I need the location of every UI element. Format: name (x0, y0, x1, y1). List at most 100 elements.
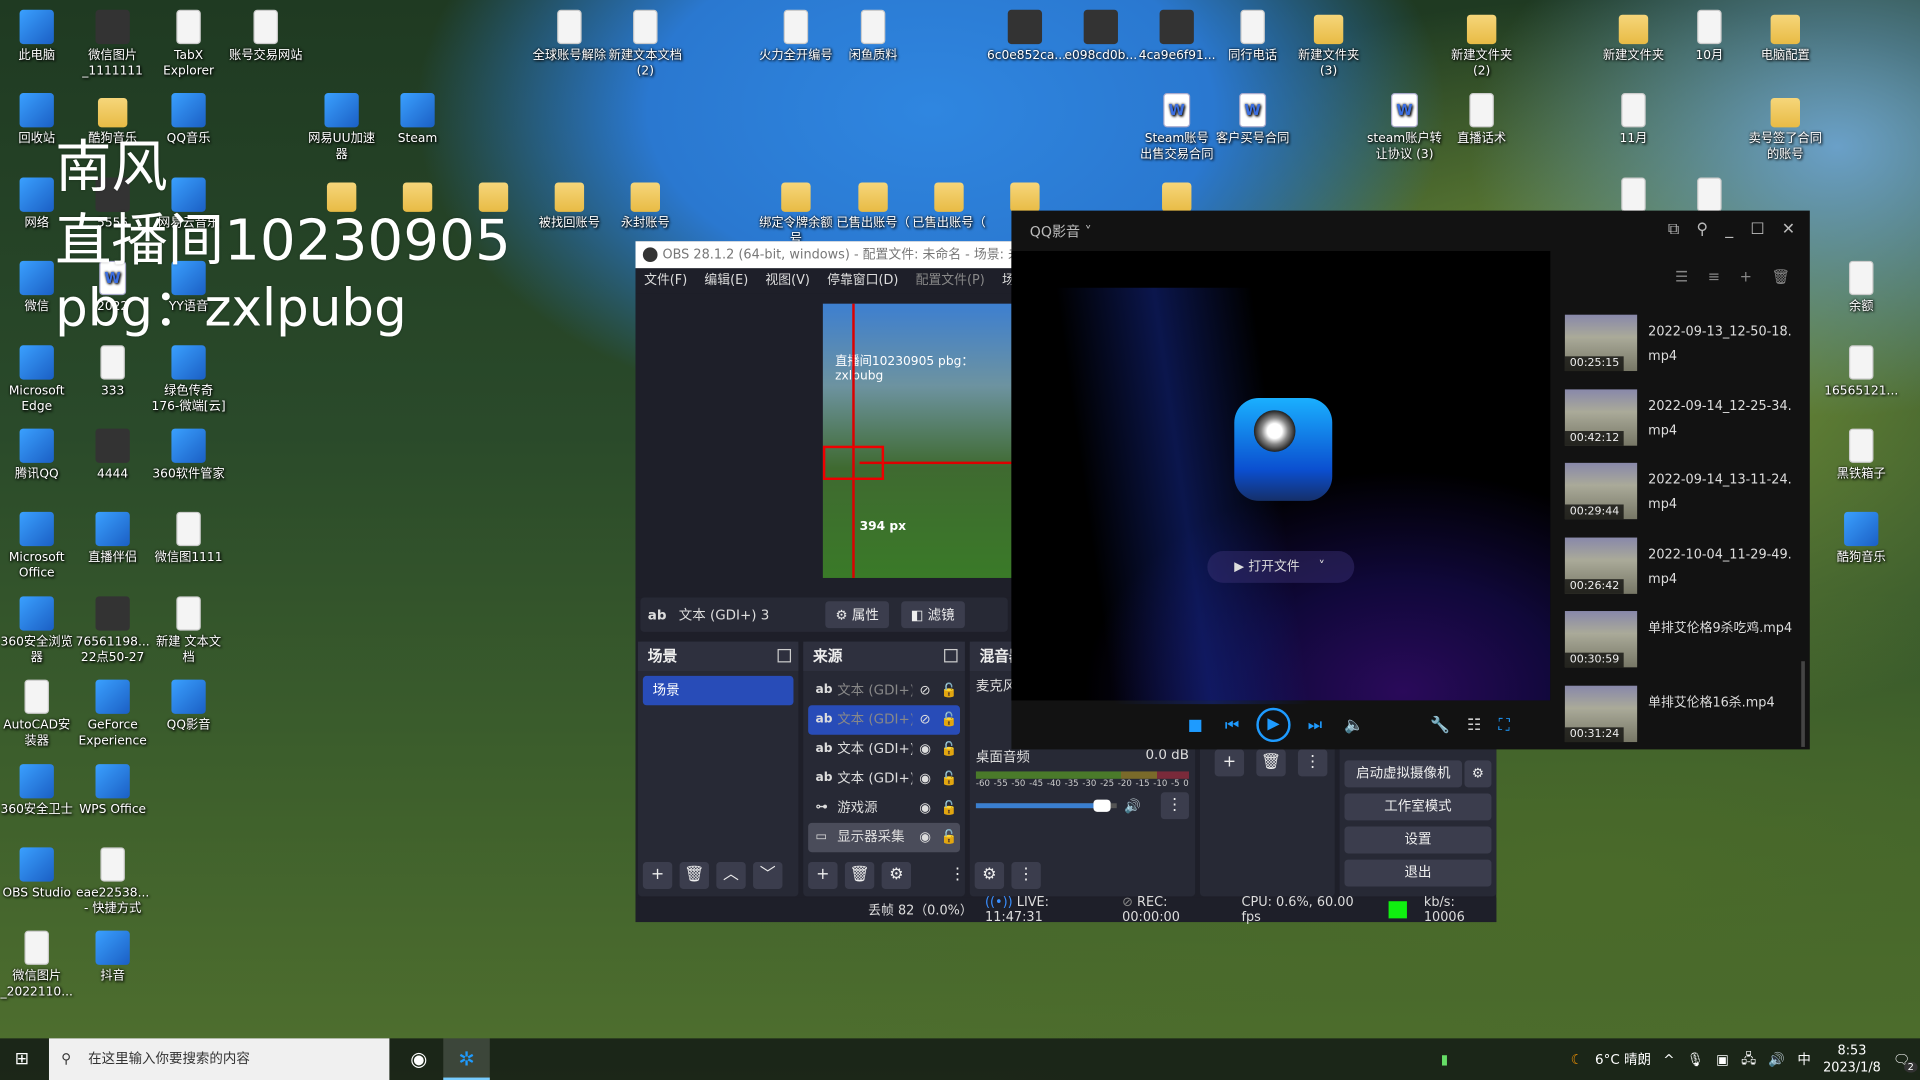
playlist-mode-icon[interactable]: ≡ (1708, 268, 1720, 300)
remove-source-button[interactable]: 🗑 (844, 862, 875, 889)
source-item[interactable]: ⊶ 游戏源 ◉ 🔓 (808, 793, 960, 822)
transition-menu-button[interactable]: ⋮ (1297, 749, 1328, 777)
mini-mode-icon[interactable]: ⧉ (1668, 220, 1679, 238)
volume-slider[interactable] (975, 799, 1117, 812)
desktop-icon[interactable]: 闲鱼质料 (835, 9, 911, 64)
tray-chevron-icon[interactable]: ^ (1663, 1051, 1674, 1067)
desktop-icon[interactable]: QQ影音 (151, 679, 227, 734)
undock-icon[interactable] (777, 648, 792, 663)
previous-icon[interactable]: ⏮ (1225, 716, 1239, 734)
desktop-icon[interactable]: Steam (380, 93, 456, 147)
volume-tray-icon[interactable]: 🔊 (1768, 1051, 1785, 1067)
desktop-icon[interactable]: 11月 (1596, 93, 1672, 147)
virtual-camera-button[interactable]: 启动虚拟摄像机 (1344, 760, 1463, 788)
desktop-icon[interactable]: AutoCAD安装器 (0, 679, 75, 750)
desktop-icon[interactable]: 6c0e852ca... (987, 9, 1066, 64)
playlist-item[interactable]: 00:26:42 2022-10-04_11-29-49.mp4 (1564, 536, 1798, 594)
speaker-icon[interactable]: 🔊 (1124, 798, 1141, 814)
volume-icon[interactable]: 🔈 (1344, 716, 1364, 734)
desktop-icon[interactable]: 10月 (1671, 9, 1747, 64)
source-item[interactable]: ab 文本 (GDI+) ⊘ 🔓 (808, 676, 960, 705)
eye-icon[interactable]: ◉ (912, 823, 938, 852)
desktop-icon[interactable]: TabX Explorer (151, 9, 227, 80)
desktop-icon[interactable]: 卖号签了合同的账号 (1747, 93, 1823, 163)
desktop-icon[interactable]: 新建文件夹 (3) (1291, 10, 1367, 80)
desktop-icon[interactable]: 76561198... 22点50-27 (75, 596, 151, 666)
close-icon[interactable]: ✕ (1782, 220, 1795, 238)
menu-view[interactable]: 视图(V) (765, 268, 810, 294)
desktop-icon[interactable]: Wsteam账户转让协议 (3) (1367, 93, 1443, 163)
windows-start-icon[interactable]: ⊞ (15, 1051, 32, 1068)
network-icon[interactable]: 🖧 (1741, 1048, 1756, 1071)
desktop-icon[interactable]: 直播话术 (1444, 93, 1520, 147)
desktop-icon[interactable]: Microsoft Edge (0, 345, 75, 415)
source-item[interactable]: ab 文本 (GDI+) ◉ 🔓 (808, 735, 960, 764)
desktop-icon[interactable]: 已售出账号（ (835, 178, 911, 232)
qqplayer-menu[interactable]: QQ影音 ˅ (1030, 222, 1092, 242)
source-item[interactable]: ▭ 显示器采集 ◉ 🔓 (808, 822, 961, 853)
pin-icon[interactable]: ⚲ (1696, 220, 1708, 238)
selection-box[interactable] (822, 445, 885, 481)
maximize-icon[interactable]: ☐ (1750, 220, 1764, 238)
undock-icon[interactable] (944, 648, 958, 663)
desktop-icon[interactable]: 360安全卫士 (0, 764, 75, 818)
desktop-icon[interactable]: 新建文件夹 (2) (1444, 10, 1520, 80)
weather[interactable]: 6°C 晴朗 (1595, 1049, 1651, 1069)
more-icon[interactable]: ⋮ (943, 862, 972, 889)
desktop-icon[interactable]: 已售出账号（ (911, 178, 987, 232)
chevron-down-icon[interactable]: ˅ (1318, 560, 1324, 575)
playlist-item[interactable]: 00:25:15 2022-09-13_12-50-18.mp4 (1564, 314, 1798, 372)
playlist-scrollbar[interactable] (1801, 661, 1805, 747)
source-item[interactable]: ab 文本 (GDI+) ⊘ 🔓 (808, 705, 961, 735)
playlist-item[interactable]: 00:42:12 2022-09-14_12-25-34.mp4 (1564, 388, 1798, 446)
eye-icon[interactable]: ◉ (912, 793, 938, 822)
desktop-icon[interactable]: 新建文本文档 (2) (607, 9, 683, 80)
advanced-audio-button[interactable]: ⚙ (974, 862, 1005, 889)
mixer-menu-button[interactable]: ⋮ (1011, 862, 1041, 889)
screen-capture-icon[interactable]: ▣ (1716, 1051, 1729, 1067)
desktop-icon[interactable]: 微信图片_1111111 (75, 9, 151, 80)
next-icon[interactable]: ⏭ (1308, 716, 1322, 734)
video-area[interactable]: ▶ 打开文件 ˅ (1011, 251, 1551, 705)
taskbar-app-qqplayer[interactable]: ✲ (443, 1038, 490, 1080)
move-down-button[interactable]: ﹀ (753, 862, 783, 889)
desktop-icon[interactable]: 抖音 (75, 930, 151, 985)
source-properties-button[interactable]: ⚙ (881, 862, 912, 889)
desktop-icon[interactable]: 微信图1111 (151, 511, 227, 566)
settings-sliders-icon[interactable]: ☷ (1467, 716, 1481, 734)
source-item[interactable]: ab 文本 (GDI+) ◉ 🔓 (808, 764, 960, 793)
desktop-icon[interactable]: 此电脑 (0, 9, 75, 64)
desktop-icon[interactable]: 余额 (1823, 260, 1899, 315)
unlock-icon[interactable]: 🔓 (938, 823, 960, 852)
desktop-icon[interactable]: 新建文件夹 (1596, 10, 1672, 64)
desktop-icon[interactable]: eae22538... - 快捷方式 (75, 847, 151, 917)
studio-mode-button[interactable]: 工作室模式 (1344, 793, 1492, 821)
move-up-button[interactable]: ︿ (716, 862, 746, 889)
desktop-icon[interactable]: 333 (75, 345, 151, 399)
menu-file[interactable]: 文件(F) (644, 268, 687, 294)
menu-edit[interactable]: 编辑(E) (704, 268, 748, 294)
desktop-icon[interactable]: 火力全开编号 (758, 9, 834, 64)
playlist-item[interactable]: 00:29:44 2022-09-14_13-11-24.mp4 (1564, 462, 1798, 520)
desktop-icon[interactable]: 绿色传奇 176-微端[云] (151, 345, 227, 415)
desktop-icon[interactable]: 4ca9e6f91... (1139, 9, 1215, 64)
unlock-icon[interactable]: 🔓 (938, 764, 960, 793)
exit-button[interactable]: 退出 (1344, 859, 1492, 887)
menu-profile[interactable]: 配置文件(P) (916, 268, 985, 294)
desktop-icon[interactable]: 网易UU加速器 (304, 93, 380, 163)
desktop-icon[interactable]: 360软件管家 (151, 428, 227, 483)
desktop-icon[interactable]: 账号交易网站 (228, 9, 304, 64)
eye-off-icon[interactable]: ⊘ (912, 676, 938, 705)
taskbar-app-obs[interactable]: ◉ (396, 1038, 443, 1080)
weather-moon-icon[interactable]: ☾ (1571, 1051, 1583, 1067)
add-icon[interactable]: + (1740, 268, 1752, 300)
desktop-icon[interactable]: Microsoft Office (0, 511, 75, 582)
unlock-icon[interactable]: 🔓 (938, 676, 960, 705)
desktop-icon[interactable]: 黑铁箱子 (1823, 428, 1899, 483)
desktop-icon[interactable]: WPS Office (75, 764, 151, 818)
microphone-icon[interactable]: 🎙 (1687, 1051, 1704, 1067)
desktop-icon[interactable]: GeForce Experience (75, 679, 151, 750)
desktop-icon[interactable]: 16565121... (1823, 345, 1899, 399)
settings-button[interactable]: 设置 (1344, 826, 1492, 854)
properties-button[interactable]: ⚙ 属性 (825, 601, 889, 629)
